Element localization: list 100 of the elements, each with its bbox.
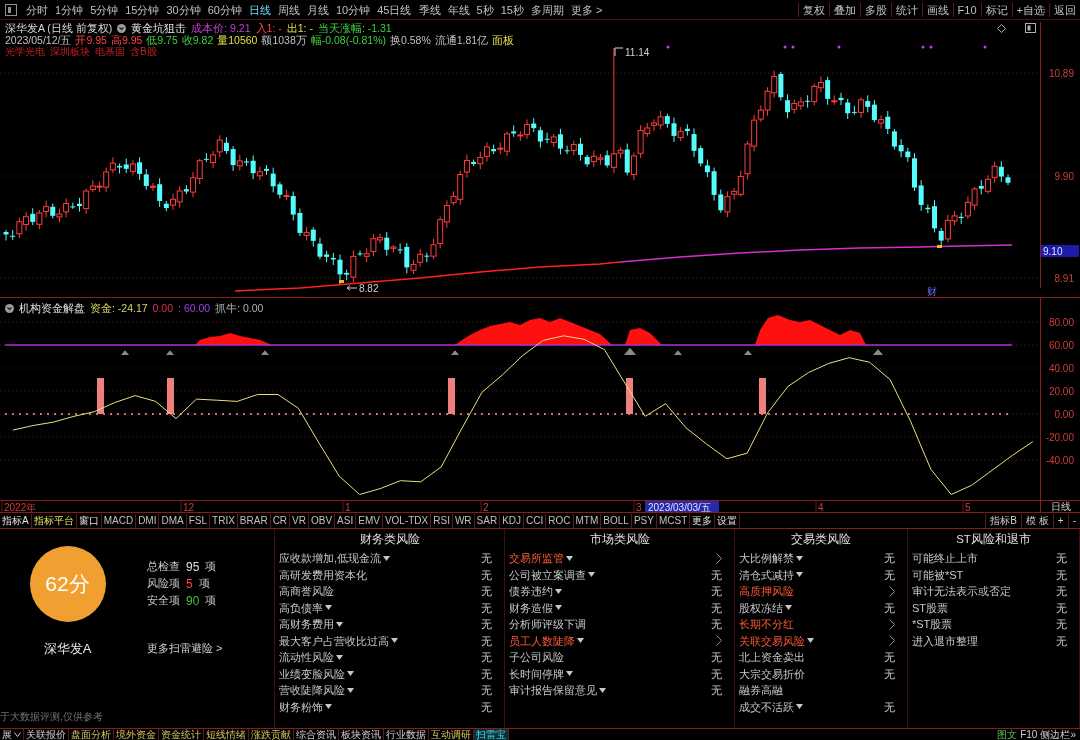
- risk-item[interactable]: *ST股票: [912, 616, 953, 633]
- chevron-right-icon[interactable]: [716, 635, 722, 647]
- indicator-tab[interactable]: BRAR: [237, 513, 271, 528]
- risk-item[interactable]: 流动性风险: [279, 649, 334, 666]
- indicator-tab[interactable]: 更多: [690, 513, 716, 528]
- indicator-tab[interactable]: EMV: [356, 513, 383, 528]
- risk-item[interactable]: 高财务费用: [279, 616, 334, 633]
- side-link[interactable]: F10: [1020, 729, 1038, 740]
- indicator-tab[interactable]: ASI: [335, 513, 357, 528]
- toolbar-button[interactable]: 叠加: [828, 2, 860, 17]
- indicator-tab[interactable]: KDJ: [500, 513, 525, 528]
- bottom-tab[interactable]: 展: [0, 729, 24, 740]
- risk-item[interactable]: 财务粉饰: [279, 698, 323, 715]
- indicator-tab[interactable]: 设置: [715, 513, 741, 528]
- chevron-right-icon[interactable]: [716, 552, 722, 564]
- sector-tag[interactable]: 含B股: [130, 46, 157, 58]
- chevron-right-icon[interactable]: [889, 585, 895, 597]
- indicator-tab[interactable]: VOL-TDX: [382, 513, 432, 528]
- period-tab[interactable]: 季线: [417, 2, 442, 17]
- indicator-tab[interactable]: SAR: [474, 513, 501, 528]
- collapse-icon[interactable]: [117, 23, 127, 33]
- risk-item[interactable]: 长期不分红: [739, 616, 794, 633]
- risk-item[interactable]: 大宗交易折价: [739, 665, 805, 682]
- bottom-tab[interactable]: 关联报价: [24, 729, 69, 740]
- sector-tag[interactable]: 深圳板块: [50, 46, 90, 58]
- risk-item[interactable]: 股权冻结: [739, 599, 783, 616]
- indicator-tab[interactable]: VR: [290, 513, 309, 528]
- period-tab[interactable]: 日线: [248, 2, 272, 17]
- toolbar-button[interactable]: +自选: [1011, 2, 1049, 17]
- toolbar-button[interactable]: 返回: [1049, 2, 1080, 17]
- risk-item[interactable]: 子公司风险: [509, 649, 564, 666]
- indicator-tab[interactable]: ROC: [546, 513, 574, 528]
- indicator-tab[interactable]: WR: [452, 513, 475, 528]
- indicator-tab[interactable]: MCST: [656, 513, 691, 528]
- period-tab[interactable]: 10分钟: [335, 2, 372, 17]
- period-tab[interactable]: 1分钟: [54, 2, 85, 17]
- risk-item[interactable]: 高商誉风险: [279, 583, 334, 600]
- risk-item[interactable]: 应收款增加,低现金流: [279, 550, 382, 567]
- bottom-tab[interactable]: 短线情绪: [204, 729, 249, 740]
- risk-item[interactable]: 高研发费用资本化: [279, 566, 367, 583]
- toolbar-button[interactable]: F10: [952, 2, 981, 17]
- indicator-tab[interactable]: DMA: [159, 513, 187, 528]
- window-icon[interactable]: [1025, 23, 1036, 33]
- risk-item[interactable]: 交易所监管: [509, 550, 564, 567]
- indicator-tab[interactable]: DMI: [136, 513, 160, 528]
- risk-item[interactable]: 业绩变脸风险: [279, 665, 345, 682]
- risk-item[interactable]: 高负债率: [279, 599, 323, 616]
- bottom-tab[interactable]: 盘面分析: [69, 729, 114, 740]
- period-tab[interactable]: 月线: [306, 2, 330, 17]
- bottom-tab[interactable]: 资金统计: [159, 729, 204, 740]
- risk-item[interactable]: 审计报告保留意见: [509, 682, 597, 699]
- chevron-right-icon[interactable]: [889, 635, 895, 647]
- risk-item[interactable]: 清仓式减持: [739, 566, 794, 583]
- period-tab[interactable]: 年线: [446, 2, 471, 17]
- indicator-tab[interactable]: -: [1067, 513, 1080, 528]
- indicator-tab[interactable]: 指标平台: [31, 513, 77, 528]
- risk-item[interactable]: 进入退市整理: [912, 632, 978, 649]
- period-tab[interactable]: 30分钟: [165, 2, 202, 17]
- bottom-tab[interactable]: 扫雷宝: [474, 729, 509, 740]
- period-tab[interactable]: 分时: [25, 2, 49, 17]
- indicator-tab[interactable]: +: [1052, 513, 1068, 528]
- risk-item[interactable]: 债券违约: [509, 583, 553, 600]
- toolbar-button[interactable]: 多股: [859, 2, 891, 17]
- indicator-tab[interactable]: BOLL: [601, 513, 632, 528]
- sector-tag[interactable]: 电基固: [95, 46, 125, 58]
- indicator-tab[interactable]: CR: [270, 513, 291, 528]
- indicator-tab[interactable]: 指标A: [0, 513, 32, 528]
- sector-tag[interactable]: 光学光电: [5, 46, 45, 58]
- diamond-icon[interactable]: [997, 23, 1006, 33]
- side-link[interactable]: 侧边栏»: [1040, 729, 1076, 740]
- risk-item[interactable]: 审计无法表示或否定: [912, 583, 1011, 600]
- bottom-tab[interactable]: 综合资讯: [294, 729, 339, 740]
- period-tab[interactable]: 多周期: [529, 2, 565, 17]
- indicator-tab[interactable]: CCI: [524, 513, 547, 528]
- indicator-tab[interactable]: PSY: [631, 513, 657, 528]
- bottom-tab[interactable]: 行业数据: [384, 729, 429, 740]
- period-tab[interactable]: 15秒: [499, 2, 525, 17]
- toolbar-button[interactable]: 画线: [921, 2, 953, 17]
- period-tab[interactable]: 5分钟: [89, 2, 120, 17]
- indicator-tab[interactable]: 窗口: [76, 513, 102, 528]
- risk-item[interactable]: 关联交易风险: [739, 632, 805, 649]
- period-tab[interactable]: 周线: [277, 2, 301, 17]
- period-tab[interactable]: 60分钟: [206, 2, 243, 17]
- risk-item[interactable]: 营收陡降风险: [279, 682, 345, 699]
- risk-item[interactable]: 成交不活跃: [739, 698, 794, 715]
- risk-item[interactable]: 可能终止上市: [912, 550, 978, 567]
- risk-item[interactable]: 公司被立案调查: [509, 566, 586, 583]
- indicator-tab[interactable]: RSI: [431, 513, 453, 528]
- risk-item[interactable]: 财务造假: [509, 599, 553, 616]
- toolbar-button[interactable]: 统计: [890, 2, 922, 17]
- indicator-tab[interactable]: 模 板: [1021, 513, 1053, 528]
- risk-item[interactable]: 高质押风险: [739, 583, 794, 600]
- chevron-right-icon[interactable]: [889, 618, 895, 630]
- bottom-tab[interactable]: 境外资金: [114, 729, 159, 740]
- indicator-tab[interactable]: FSL: [186, 513, 211, 528]
- indicator-tab[interactable]: 指标B: [985, 513, 1022, 528]
- collapse-icon[interactable]: [5, 303, 14, 313]
- risk-item[interactable]: 最大客户占营收比过高: [279, 632, 389, 649]
- bottom-tab[interactable]: 板块资讯: [339, 729, 384, 740]
- risk-item[interactable]: 分析师评级下调: [509, 616, 586, 633]
